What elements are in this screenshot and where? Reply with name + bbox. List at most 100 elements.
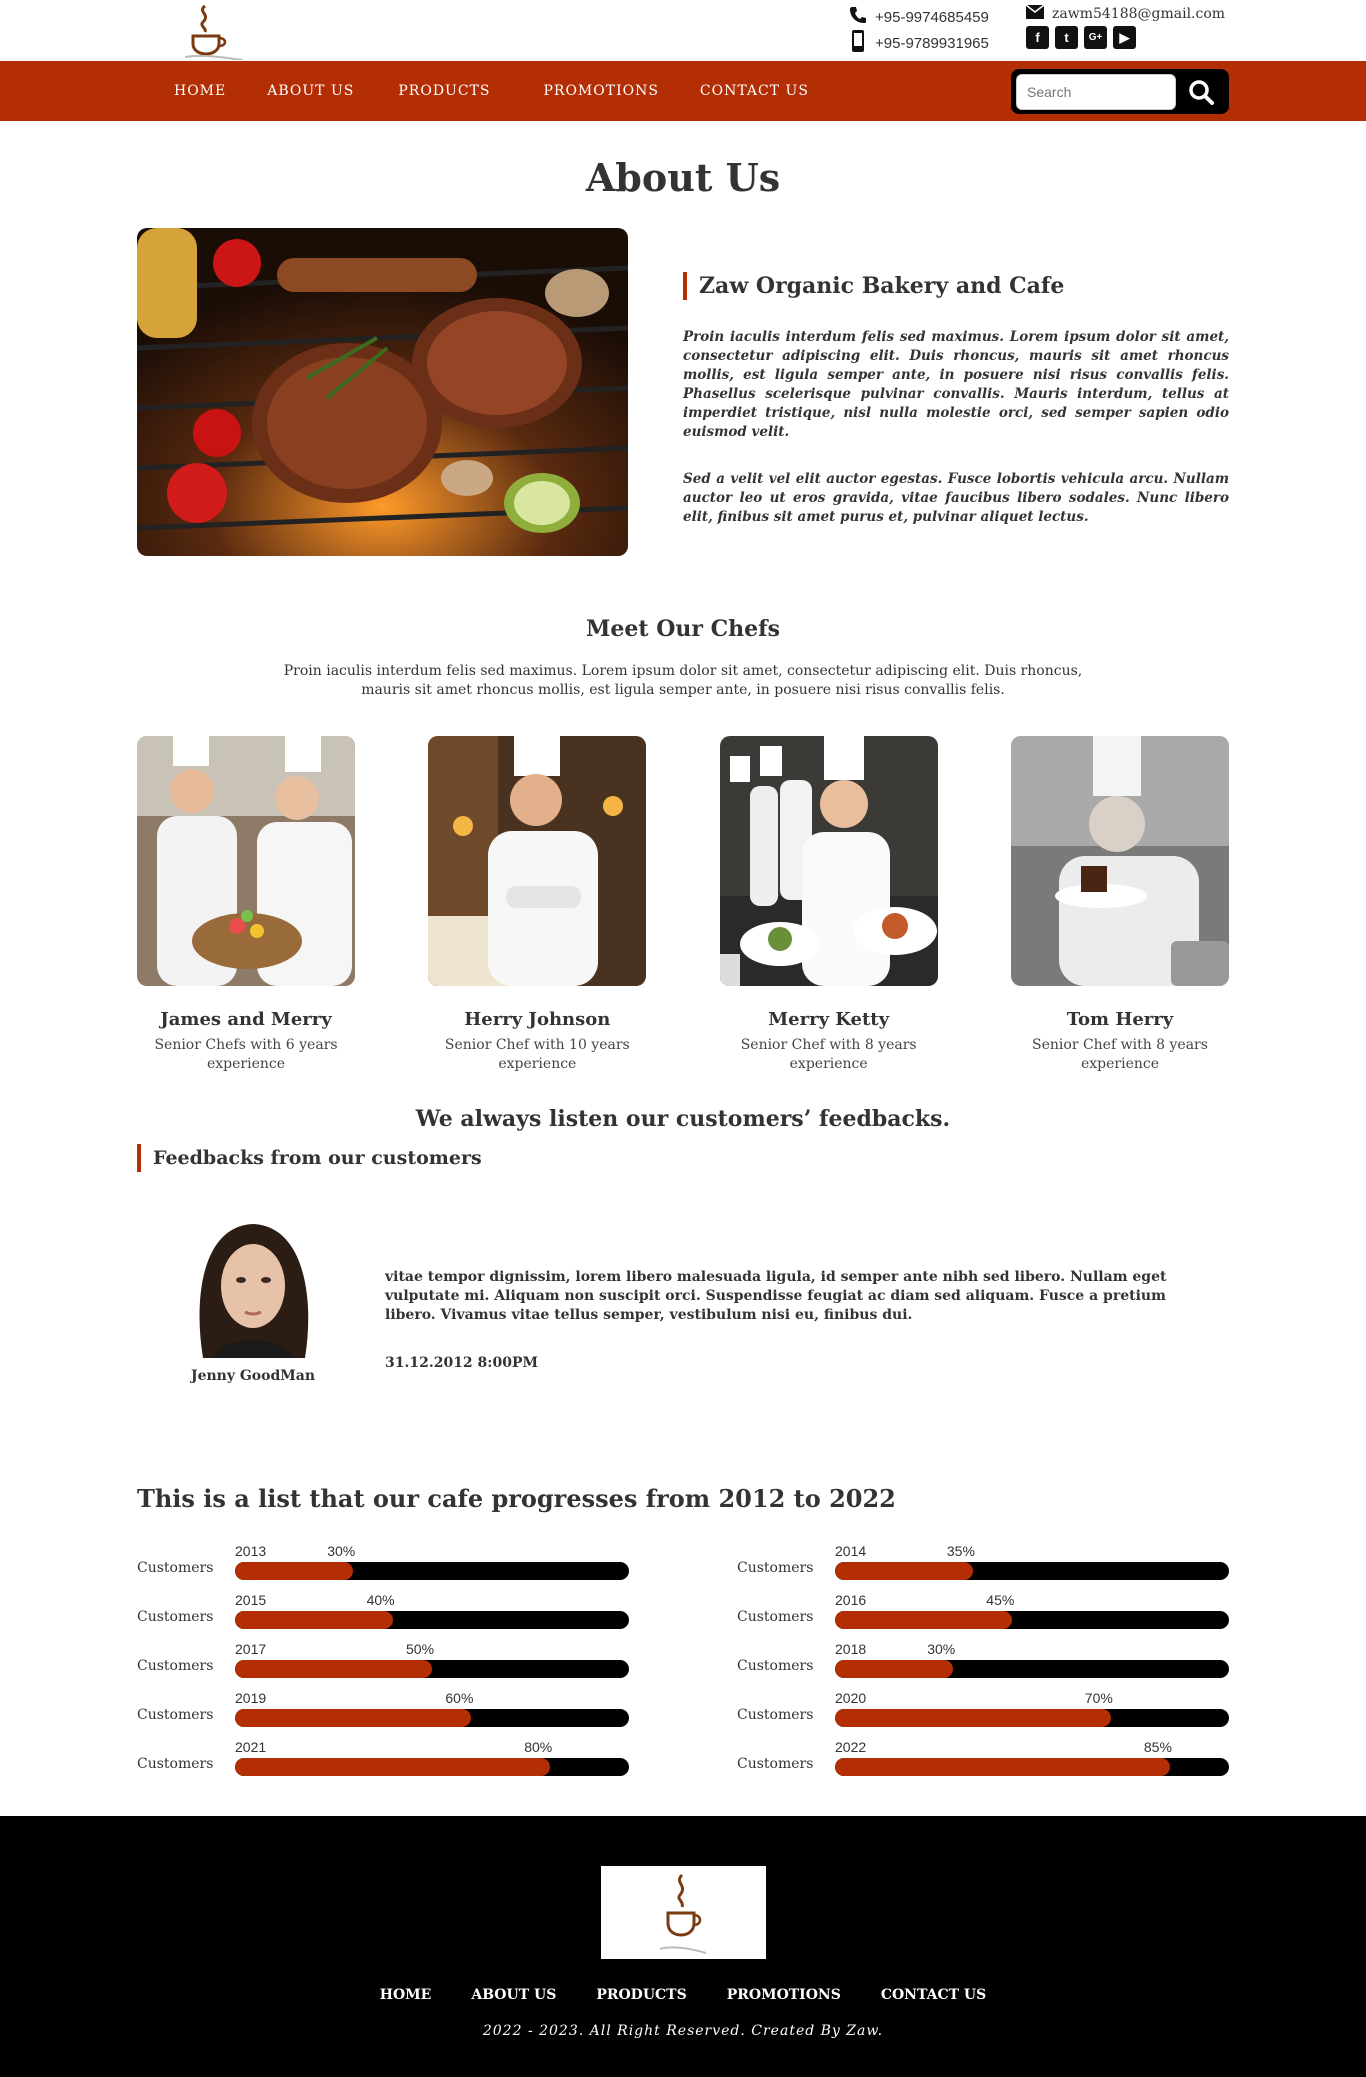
progress-row: Customers 2016 45% xyxy=(737,1580,1229,1629)
chef-description: Senior Chef with 10 years experience xyxy=(444,1037,630,1072)
footer-nav: HOME ABOUT US PRODUCTS PROMOTIONS CONTAC… xyxy=(0,1987,1366,2003)
progress-title: This is a list that our cafe progresses … xyxy=(137,1484,896,1513)
email-address[interactable]: zawm54188@gmail.com xyxy=(1052,6,1225,22)
footer-link-promotions[interactable]: PROMOTIONS xyxy=(727,1987,841,2003)
progress-bar xyxy=(235,1709,629,1727)
about-section: Zaw Organic Bakery and Cafe Proin iaculi… xyxy=(137,228,1229,556)
chef-card: Herry Johnson Senior Chef with 10 years … xyxy=(428,736,647,1074)
footer-link-home[interactable]: HOME xyxy=(380,1987,432,2003)
grilled-food-image xyxy=(137,228,628,556)
envelope-icon xyxy=(1025,4,1045,23)
footer: HOME ABOUT US PRODUCTS PROMOTIONS CONTAC… xyxy=(0,1816,1366,2077)
progress-fill xyxy=(235,1758,551,1776)
search-icon xyxy=(1189,79,1214,105)
chef-photo xyxy=(719,736,938,986)
chef-photo xyxy=(1010,736,1229,986)
progress-row: Customers 2017 50% xyxy=(137,1629,629,1678)
progress-year: 2017 xyxy=(235,1641,267,1657)
customer-name: Jenny GoodMan xyxy=(190,1368,316,1384)
phone-number-1[interactable]: +95-9974685459 xyxy=(875,9,989,26)
about-paragraph-2: Sed a velit vel elit auctor egestas. Fus… xyxy=(683,471,1229,525)
facebook-icon[interactable]: f xyxy=(1026,26,1049,49)
twitter-icon[interactable]: t xyxy=(1055,26,1078,49)
progress-fill xyxy=(235,1660,432,1678)
progress-bar xyxy=(235,1660,629,1678)
footer-link-products[interactable]: PRODUCTS xyxy=(596,1987,686,2003)
chef-card: Tom Herry Senior Chef with 8 years exper… xyxy=(1010,736,1229,1074)
progress-percent: 50% xyxy=(406,1641,435,1657)
social-links: f t G+ ▶ xyxy=(1026,26,1225,49)
chefs-list: James and Merry Senior Chefs with 6 year… xyxy=(137,736,1229,1074)
phone-list: +95-9974685459 +95-9789931965 xyxy=(849,4,989,56)
progress-fill xyxy=(835,1660,954,1678)
progress-percent: 85% xyxy=(1143,1739,1172,1755)
footer-link-about-us[interactable]: ABOUT US xyxy=(471,1987,556,2003)
progress-percent: 30% xyxy=(927,1641,956,1657)
chefs-intro: Proin iaculis interdum felis sed maximus… xyxy=(283,663,1083,698)
progress-percent: 70% xyxy=(1084,1690,1113,1706)
progress-label: Customers xyxy=(737,1560,814,1576)
search-input[interactable] xyxy=(1016,73,1176,110)
progress-row: Customers 2018 30% xyxy=(737,1629,1229,1678)
progress-percent: 30% xyxy=(327,1543,356,1559)
progress-bar xyxy=(235,1758,629,1776)
progress-percent: 60% xyxy=(445,1690,474,1706)
progress-row: Customers 2022 85% xyxy=(737,1727,1229,1776)
progress-row: Customers 2019 60% xyxy=(137,1678,629,1727)
progress-year: 2014 xyxy=(835,1543,867,1559)
phone-number-2[interactable]: +95-9789931965 xyxy=(875,35,989,52)
chef-photo xyxy=(137,736,355,986)
progress-row: Customers 2014 35% xyxy=(737,1531,1229,1580)
progress-bar xyxy=(835,1660,1229,1678)
progress-fill xyxy=(835,1758,1170,1776)
progress-label: Customers xyxy=(737,1658,814,1674)
phone-icon xyxy=(849,6,867,28)
youtube-icon[interactable]: ▶ xyxy=(1113,26,1136,49)
google-plus-icon[interactable]: G+ xyxy=(1084,26,1107,49)
progress-year: 2022 xyxy=(835,1739,867,1755)
chef-description: Senior Chef with 8 years experience xyxy=(740,1037,917,1072)
progress-label: Customers xyxy=(737,1707,814,1723)
progress-fill xyxy=(235,1562,354,1580)
chefs-title: Meet Our Chefs xyxy=(586,616,780,642)
top-bar: +95-9974685459 +95-9789931965 zawm54188@… xyxy=(137,0,1229,61)
progress-row: Customers 2020 70% xyxy=(737,1678,1229,1727)
feedback-author: Jenny GoodMan xyxy=(155,1216,351,1384)
feedback-headline: We always listen our customers’ feedback… xyxy=(415,1106,951,1132)
progress-year: 2018 xyxy=(835,1641,867,1657)
progress-label: Customers xyxy=(737,1609,814,1625)
progress-row: Customers 2015 40% xyxy=(137,1580,629,1629)
progress-row: Customers 2021 80% xyxy=(137,1727,629,1776)
cafe-logo[interactable] xyxy=(175,2,245,61)
nav-about-us[interactable]: ABOUT US xyxy=(267,83,354,99)
progress-row: Customers 2013 30% xyxy=(137,1531,629,1580)
progress-label: Customers xyxy=(137,1707,214,1723)
mobile-icon xyxy=(849,30,867,56)
chef-description: Senior Chef with 8 years experience xyxy=(1032,1037,1208,1072)
progress-year: 2016 xyxy=(835,1592,867,1608)
progress-year: 2021 xyxy=(235,1739,267,1755)
nav-products[interactable]: PRODUCTS xyxy=(398,83,490,99)
about-paragraph-1: Proin iaculis interdum felis sed maximus… xyxy=(683,329,1229,440)
progress-label: Customers xyxy=(137,1756,214,1772)
nav-promotions[interactable]: PROMOTIONS xyxy=(543,83,658,99)
footer-link-contact-us[interactable]: CONTACT US xyxy=(881,1987,986,2003)
progress-fill xyxy=(235,1611,393,1629)
progress-percent: 35% xyxy=(946,1543,975,1559)
chef-name: Tom Herry xyxy=(1066,1009,1174,1030)
chef-name: Merry Ketty xyxy=(768,1009,890,1030)
main-navbar: HOME ABOUT US PRODUCTS PROMOTIONS CONTAC… xyxy=(0,61,1366,121)
nav-home[interactable]: HOME xyxy=(174,83,226,99)
nav-menu: HOME ABOUT US PRODUCTS PROMOTIONS CONTAC… xyxy=(174,83,850,99)
progress-list: Customers 2013 30% Customers 2014 35% Customer… xyxy=(137,1531,1229,1776)
nav-contact-us[interactable]: CONTACT US xyxy=(700,83,809,99)
chef-photo xyxy=(428,736,647,986)
progress-bar xyxy=(835,1562,1229,1580)
search-button[interactable] xyxy=(1176,72,1226,112)
progress-fill xyxy=(835,1611,1013,1629)
footer-logo[interactable] xyxy=(600,1866,766,1959)
progress-bar xyxy=(835,1709,1229,1727)
progress-year: 2019 xyxy=(235,1690,267,1706)
search-box xyxy=(1011,69,1229,114)
progress-percent: 45% xyxy=(986,1592,1015,1608)
